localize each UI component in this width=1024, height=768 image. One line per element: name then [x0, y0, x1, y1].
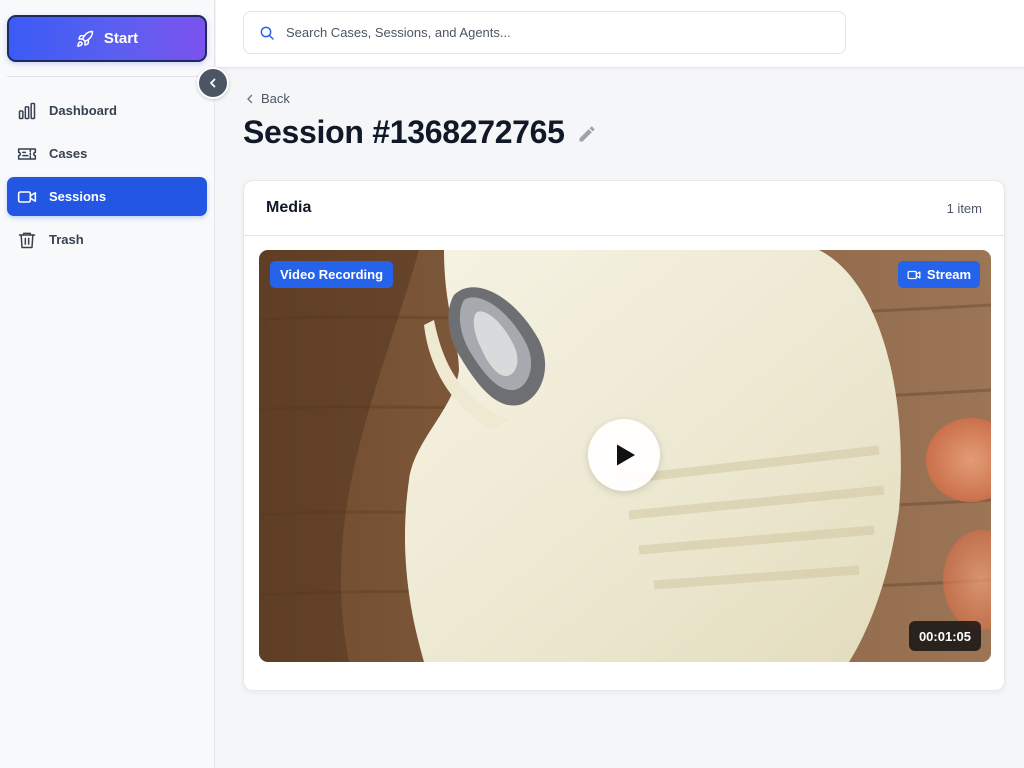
sidebar: Start Dashboard Cases Sessions Trash [0, 0, 215, 768]
video-camera-icon [17, 190, 37, 203]
bar-chart-icon [18, 102, 36, 119]
video-camera-icon [907, 270, 921, 279]
sidebar-divider [7, 76, 207, 77]
trash-icon [18, 232, 36, 248]
back-link[interactable]: Back [246, 91, 290, 106]
sidebar-nav: Dashboard Cases Sessions Trash [7, 91, 207, 263]
video-type-label: Video Recording [280, 267, 384, 282]
media-card: Media 1 item Video Recording Stream 00:0… [243, 180, 1005, 691]
search-box[interactable] [243, 11, 846, 54]
sidebar-item-dashboard[interactable]: Dashboard [7, 91, 207, 130]
rocket-icon [77, 30, 94, 47]
back-link-label: Back [261, 91, 290, 106]
video-type-badge: Video Recording [270, 261, 394, 288]
video-duration: 00:01:05 [908, 621, 981, 651]
sidebar-item-label: Sessions [49, 189, 107, 204]
stream-button-label: Stream [926, 267, 971, 282]
pencil-icon[interactable] [577, 124, 597, 144]
top-header [216, 0, 1024, 68]
media-card-header: Media 1 item [244, 181, 1004, 236]
sidebar-item-trash[interactable]: Trash [7, 220, 207, 259]
sidebar-item-sessions[interactable]: Sessions [7, 177, 207, 216]
media-item-count: 1 item [946, 200, 982, 216]
play-icon [617, 444, 635, 466]
sidebar-item-label: Trash [49, 232, 84, 247]
sidebar-item-label: Cases [49, 146, 88, 161]
stream-button[interactable]: Stream [897, 261, 980, 288]
search-icon [260, 26, 274, 40]
start-button[interactable]: Start [7, 15, 207, 62]
ticket-icon [17, 147, 37, 160]
sidebar-item-cases[interactable]: Cases [7, 134, 207, 173]
sidebar-collapse-button[interactable] [197, 67, 229, 99]
sidebar-item-label: Dashboard [49, 103, 117, 118]
page-title: Session #1368272765 [243, 114, 597, 151]
play-button[interactable] [588, 419, 660, 491]
chevron-left-icon [210, 78, 216, 88]
media-card-title: Media [266, 199, 312, 216]
start-button-label: Start [103, 30, 139, 47]
chevron-left-icon [247, 94, 253, 103]
page-title-text: Session #1368272765 [243, 114, 565, 150]
video-player[interactable]: Video Recording Stream 00:01:05 [259, 250, 991, 662]
search-input[interactable] [286, 25, 826, 40]
